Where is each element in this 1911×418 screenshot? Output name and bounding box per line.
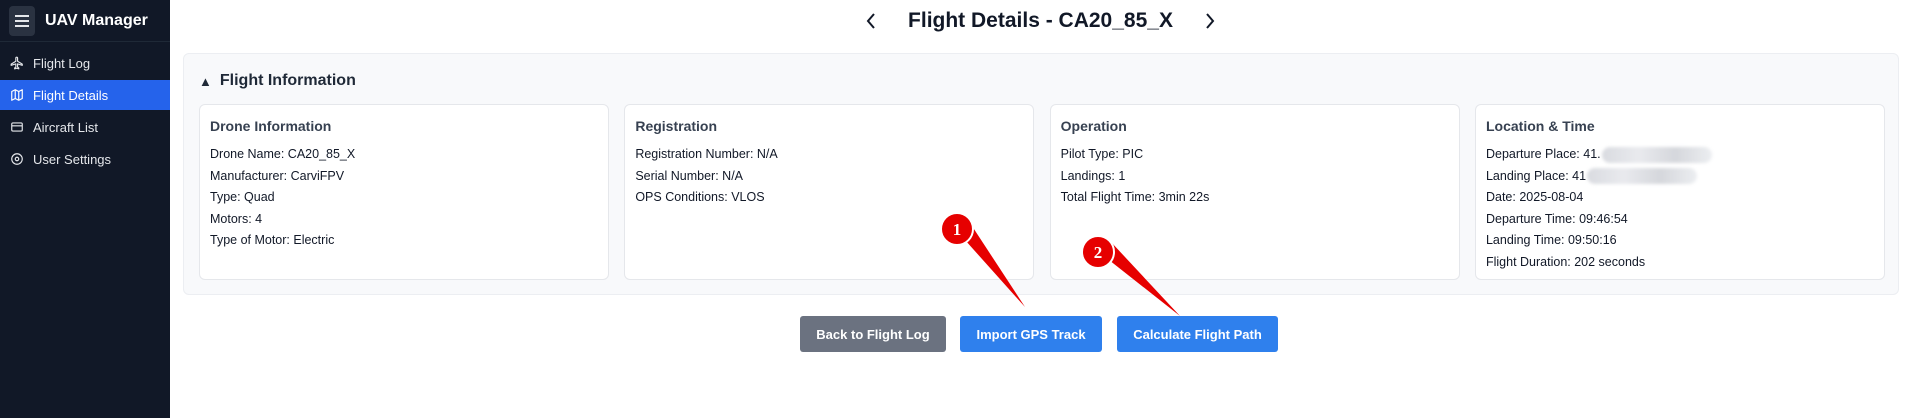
manufacturer: Manufacturer: CarviFPV — [210, 168, 345, 183]
operation-card: Operation Pilot Type: PIC Landings: 1 To… — [1049, 104, 1460, 280]
landing-place-text: Landing Place: 41 — [1485, 168, 1587, 183]
flight-information-toggle[interactable]: ▲ Flight Information — [199, 72, 356, 90]
motor-type: Type of Motor: Electric — [210, 233, 335, 247]
import-gps-track-button[interactable]: Import GPS Track — [960, 316, 1102, 352]
card-title: Operation — [1060, 118, 1127, 134]
card-title: Location & Time — [1485, 118, 1595, 134]
sidebar-item-label: Flight Log — [33, 55, 91, 71]
menu-toggle-button[interactable] — [9, 5, 35, 36]
sidebar-item-label: User Settings — [33, 151, 112, 167]
collapse-triangle-icon: ▲ — [199, 73, 212, 89]
card-title: Drone Information — [210, 118, 332, 134]
ops-conditions: OPS Conditions: VLOS — [635, 190, 765, 204]
info-cards: Drone Information Drone Name: CA20_85_X … — [199, 104, 1885, 280]
redacted-coordinates — [1601, 146, 1712, 163]
previous-flight-button[interactable] — [856, 6, 886, 36]
drone-information-card: Drone Information Drone Name: CA20_85_X … — [199, 104, 609, 280]
sidebar-header: UAV Manager — [0, 0, 170, 42]
landings: Landings: 1 — [1060, 168, 1126, 183]
section-title: Flight Information — [219, 72, 356, 89]
sidebar-nav: Flight Log Flight Details Aircraft List … — [0, 48, 170, 174]
departure-time: Departure Time: 09:46:54 — [1485, 211, 1628, 226]
pilot-type: Pilot Type: PIC — [1060, 147, 1144, 161]
location-time-card: Location & Time Departure Place: 41. Lan… — [1474, 104, 1885, 280]
flight-duration: Flight Duration: 202 seconds — [1485, 254, 1646, 269]
map-icon — [9, 87, 25, 103]
motors: Motors: 4 — [210, 211, 263, 226]
flight-date: Date: 2025-08-04 — [1485, 190, 1584, 204]
hamburger-icon — [15, 14, 29, 27]
registration-card: Registration Registration Number: N/A Se… — [624, 104, 1035, 280]
flight-information-panel: ▲ Flight Information Drone Information D… — [183, 53, 1899, 295]
departure-place-text: Departure Place: 41. — [1485, 147, 1601, 161]
next-flight-button[interactable] — [1195, 6, 1225, 36]
sidebar-item-flight-details[interactable]: Flight Details — [0, 80, 170, 110]
total-flight-time: Total Flight Time: 3min 22s — [1060, 190, 1210, 204]
departure-place: Departure Place: 41. — [1486, 144, 1874, 166]
landing-time: Landing Time: 09:50:16 — [1485, 233, 1617, 247]
airplane-icon — [9, 55, 25, 71]
chevron-left-icon — [866, 13, 875, 29]
sidebar-item-aircraft-list[interactable]: Aircraft List — [0, 112, 170, 142]
drone-name: Drone Name: CA20_85_X — [210, 147, 356, 161]
page-title: Flight Details - CA20_85_X — [908, 9, 1173, 32]
landing-place: Landing Place: 41 — [1486, 166, 1874, 188]
page-header: Flight Details - CA20_85_X — [170, 0, 1911, 42]
action-buttons: Back to Flight Log Import GPS Track Calc… — [170, 316, 1911, 352]
gear-icon — [9, 151, 25, 167]
list-icon — [9, 119, 25, 135]
card-title: Registration — [635, 118, 718, 134]
app-root: UAV Manager Flight Log Flight Details Ai… — [0, 0, 1911, 418]
sidebar-item-flight-log[interactable]: Flight Log — [0, 48, 170, 78]
main-content: Flight Details - CA20_85_X ▲ Flight Info… — [170, 0, 1911, 418]
back-to-flight-log-button[interactable]: Back to Flight Log — [800, 316, 946, 352]
sidebar-item-label: Flight Details — [33, 87, 109, 103]
calculate-flight-path-button[interactable]: Calculate Flight Path — [1117, 316, 1278, 352]
sidebar-item-user-settings[interactable]: User Settings — [0, 144, 170, 174]
app-title: UAV Manager — [45, 11, 148, 29]
redacted-coordinates — [1587, 168, 1698, 185]
chevron-right-icon — [1206, 13, 1215, 29]
serial-number: Serial Number: N/A — [635, 168, 744, 183]
registration-number: Registration Number: N/A — [635, 147, 778, 161]
sidebar: UAV Manager Flight Log Flight Details Ai… — [0, 0, 170, 418]
sidebar-item-label: Aircraft List — [33, 119, 99, 135]
drone-type: Type: Quad — [210, 190, 275, 204]
